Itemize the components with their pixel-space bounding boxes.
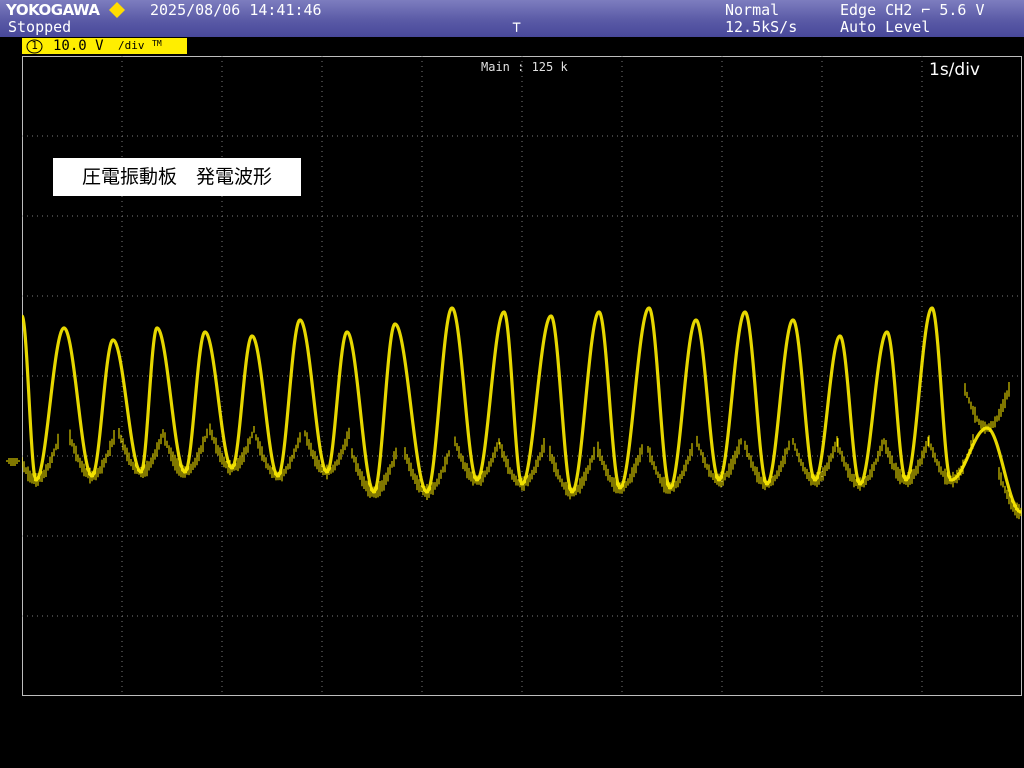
- sample-rate: 12.5kS/s: [725, 18, 798, 36]
- trigger-position-icon: ⊤: [512, 18, 522, 36]
- status-header: YOKOGAWA Stopped 2025/08/06 14:41:46 ⊤ N…: [0, 0, 1024, 37]
- waveform-plot: [22, 56, 1022, 696]
- channel-scale: 10.0 V: [53, 38, 104, 54]
- trigger-mode: Normal: [725, 1, 780, 19]
- waveform-display: Main : 125 k 1s/div 圧電振動板 発電波形: [22, 56, 1022, 696]
- channel-1-scale-bar[interactable]: 1 10.0 V /div TM: [22, 38, 187, 54]
- zoom-info: Main : 125 k: [481, 60, 568, 74]
- ground-icon: [6, 458, 20, 466]
- brand-diamond-icon: [109, 2, 125, 18]
- channel-scale-unit: /div: [118, 39, 145, 52]
- channel-number: 1: [31, 39, 38, 52]
- datetime: 2025/08/06 14:41:46: [150, 1, 322, 19]
- acquisition-status: Stopped: [8, 18, 72, 36]
- trigger-level-mode: Auto Level: [840, 18, 931, 36]
- channel-suffix: TM: [152, 39, 162, 48]
- waveform-annotation: 圧電振動板 発電波形: [53, 158, 301, 196]
- trigger-source: Edge CH2 ⌐ 5.6 V: [840, 1, 985, 19]
- timebase-label: 1s/div: [929, 60, 980, 80]
- brand-logo: YOKOGAWA: [6, 1, 100, 19]
